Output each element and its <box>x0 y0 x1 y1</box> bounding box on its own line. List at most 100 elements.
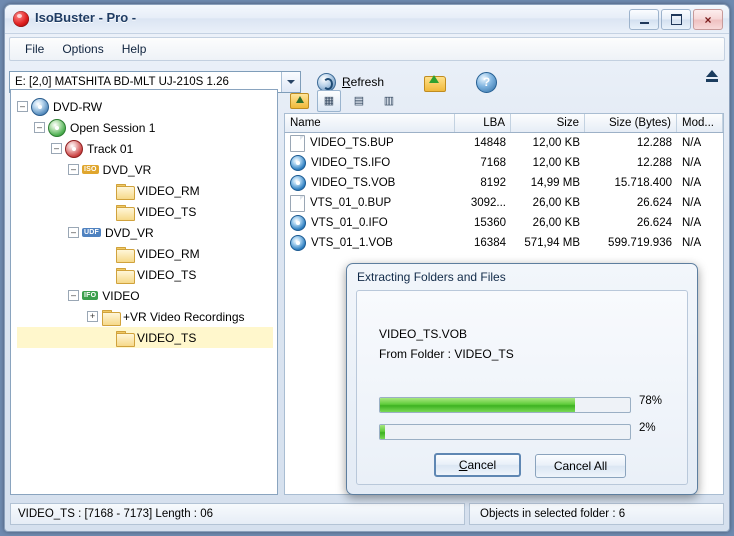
table-row[interactable]: VTS_01_0.IFO 15360 26,00 KB 26.624 N/A <box>285 213 723 233</box>
folder-icon <box>102 310 119 324</box>
tree-item-label: VIDEO_TS <box>137 331 196 345</box>
column-header-lba[interactable]: LBA <box>455 114 511 132</box>
disc-file-icon <box>290 155 306 171</box>
tree-item-video-ts-iso[interactable]: VIDEO_TS <box>17 201 273 222</box>
dialog-from-folder: From Folder : VIDEO_TS <box>379 347 514 361</box>
tree-item-video-ts-selected[interactable]: VIDEO_TS <box>17 327 273 348</box>
tree-item-track-01[interactable]: – Track 01 <box>17 138 273 159</box>
drive-select-value: E: [2,0] MATSHITA BD-MLT UJ-210S 1.26 <box>15 76 229 88</box>
tree-item-video-ts-udf[interactable]: VIDEO_TS <box>17 264 273 285</box>
column-header-name[interactable]: Name <box>285 114 455 132</box>
tree-item-open-session-1[interactable]: – Open Session 1 <box>17 117 273 138</box>
view-large-icons-button[interactable]: ▦ <box>317 90 341 112</box>
file-lba-cell: 16384 <box>455 237 511 249</box>
progress-bar-file <box>379 397 631 413</box>
tree-item-video-ifo[interactable]: – IFO VIDEO <box>17 285 273 306</box>
file-mod-cell: N/A <box>677 157 723 169</box>
file-name-cell: VTS_01_0.IFO <box>285 215 455 231</box>
progress-total-percent: 2% <box>639 422 656 434</box>
status-bar: VIDEO_TS : [7168 - 7173] Length : 06 Obj… <box>10 502 724 526</box>
folder-icon <box>116 184 133 198</box>
main-window: IsoBuster - Pro - × File Options Help E:… <box>4 4 730 532</box>
tree-pane[interactable]: – DVD-RW – Open Session 1 – Track 01 – I <box>10 89 278 495</box>
tree-item-vr-video-recordings[interactable]: + +VR Video Recordings <box>17 306 273 327</box>
menu-item-help[interactable]: Help <box>113 40 156 58</box>
file-list-header: Name LBA Size Size (Bytes) Mod... <box>284 113 724 133</box>
file-name-label: VIDEO_TS.IFO <box>311 157 390 169</box>
column-header-bytes[interactable]: Size (Bytes) <box>585 114 677 132</box>
refresh-label: Refresh <box>342 75 384 89</box>
maximize-button[interactable] <box>661 9 691 30</box>
view-details-button[interactable]: ▥ <box>377 90 401 112</box>
tree-item-dvd-rw[interactable]: – DVD-RW <box>17 96 273 117</box>
table-row[interactable]: VIDEO_TS.VOB 8192 14,99 MB 15.718.400 N/… <box>285 173 723 193</box>
file-bytes-cell: 12.288 <box>585 137 677 149</box>
disc-icon <box>65 140 83 158</box>
window-controls: × <box>629 9 723 30</box>
file-lba-cell: 8192 <box>455 177 511 189</box>
status-right: Objects in selected folder : 6 <box>469 503 724 525</box>
file-name-label: VIDEO_TS.BUP <box>310 137 394 149</box>
udf-badge-icon: UDF <box>82 228 101 237</box>
file-list-toolbar: ▦ ▤ ▥ <box>284 89 724 113</box>
tree-item-label: DVD_VR <box>103 163 152 177</box>
table-row[interactable]: VTS_01_0.BUP 3092... 26,00 KB 26.624 N/A <box>285 193 723 213</box>
table-row[interactable]: VTS_01_1.VOB 16384 571,94 MB 599.719.936… <box>285 233 723 253</box>
menu-item-file[interactable]: File <box>16 40 53 58</box>
file-name-cell: VIDEO_TS.BUP <box>285 135 455 152</box>
column-header-size[interactable]: Size <box>511 114 585 132</box>
file-mod-cell: N/A <box>677 237 723 249</box>
file-size-cell: 571,94 MB <box>511 237 585 249</box>
tree-item-dvd-vr-iso[interactable]: – ISO DVD_VR <box>17 159 273 180</box>
up-folder-icon <box>290 93 309 109</box>
extract-folder-button[interactable] <box>424 74 444 90</box>
column-header-mod[interactable]: Mod... <box>677 114 723 132</box>
folder-icon <box>116 205 133 219</box>
window-title: IsoBuster - Pro - <box>35 10 136 25</box>
file-name-cell: VTS_01_1.VOB <box>285 235 455 251</box>
file-size-cell: 14,99 MB <box>511 177 585 189</box>
expander-icon[interactable]: – <box>17 101 28 112</box>
tree-item-label: Open Session 1 <box>70 121 155 135</box>
eject-button[interactable] <box>701 66 723 86</box>
expander-icon[interactable]: – <box>68 164 79 175</box>
app-icon <box>13 11 29 27</box>
dialog-file-name: VIDEO_TS.VOB <box>379 327 467 341</box>
file-size-cell: 12,00 KB <box>511 137 585 149</box>
table-row[interactable]: VIDEO_TS.BUP 14848 12,00 KB 12.288 N/A <box>285 133 723 153</box>
tree-item-video-rm-iso[interactable]: VIDEO_RM <box>17 180 273 201</box>
folder-icon <box>116 247 133 261</box>
tree-item-video-rm-udf[interactable]: VIDEO_RM <box>17 243 273 264</box>
file-bytes-cell: 15.718.400 <box>585 177 677 189</box>
file-lba-cell: 15360 <box>455 217 511 229</box>
expander-icon[interactable]: – <box>68 290 79 301</box>
cancel-all-button[interactable]: Cancel All <box>535 454 626 478</box>
expander-icon[interactable]: – <box>34 122 45 133</box>
close-button[interactable]: × <box>693 9 723 30</box>
progress-bar-file-fill <box>380 398 575 412</box>
menu-item-options[interactable]: Options <box>53 40 112 58</box>
expander-icon[interactable]: – <box>68 227 79 238</box>
up-folder-button[interactable] <box>287 90 311 112</box>
table-row[interactable]: VIDEO_TS.IFO 7168 12,00 KB 12.288 N/A <box>285 153 723 173</box>
disc-file-icon <box>290 235 306 251</box>
file-lba-cell: 3092... <box>455 197 511 209</box>
cancel-all-button-label: Cancel All <box>554 459 607 473</box>
extracting-dialog: Extracting Folders and Files VIDEO_TS.VO… <box>346 263 698 495</box>
tree-item-label: DVD-RW <box>53 100 102 114</box>
view-list-button[interactable]: ▤ <box>347 90 371 112</box>
file-name-cell: VTS_01_0.BUP <box>285 195 455 212</box>
ifo-badge-icon: IFO <box>82 291 98 300</box>
file-bytes-cell: 26.624 <box>585 197 677 209</box>
tree-item-label: VIDEO_RM <box>137 184 200 198</box>
folder-icon <box>116 268 133 282</box>
maximize-icon <box>671 14 682 25</box>
expander-icon[interactable]: – <box>51 143 62 154</box>
expander-icon[interactable]: + <box>87 311 98 322</box>
dialog-body: VIDEO_TS.VOB From Folder : VIDEO_TS 78% … <box>356 290 688 485</box>
file-lba-cell: 7168 <box>455 157 511 169</box>
minimize-button[interactable] <box>629 9 659 30</box>
file-bytes-cell: 599.719.936 <box>585 237 677 249</box>
cancel-button[interactable]: Cancel <box>434 453 521 477</box>
tree-item-dvd-vr-udf[interactable]: – UDF DVD_VR <box>17 222 273 243</box>
